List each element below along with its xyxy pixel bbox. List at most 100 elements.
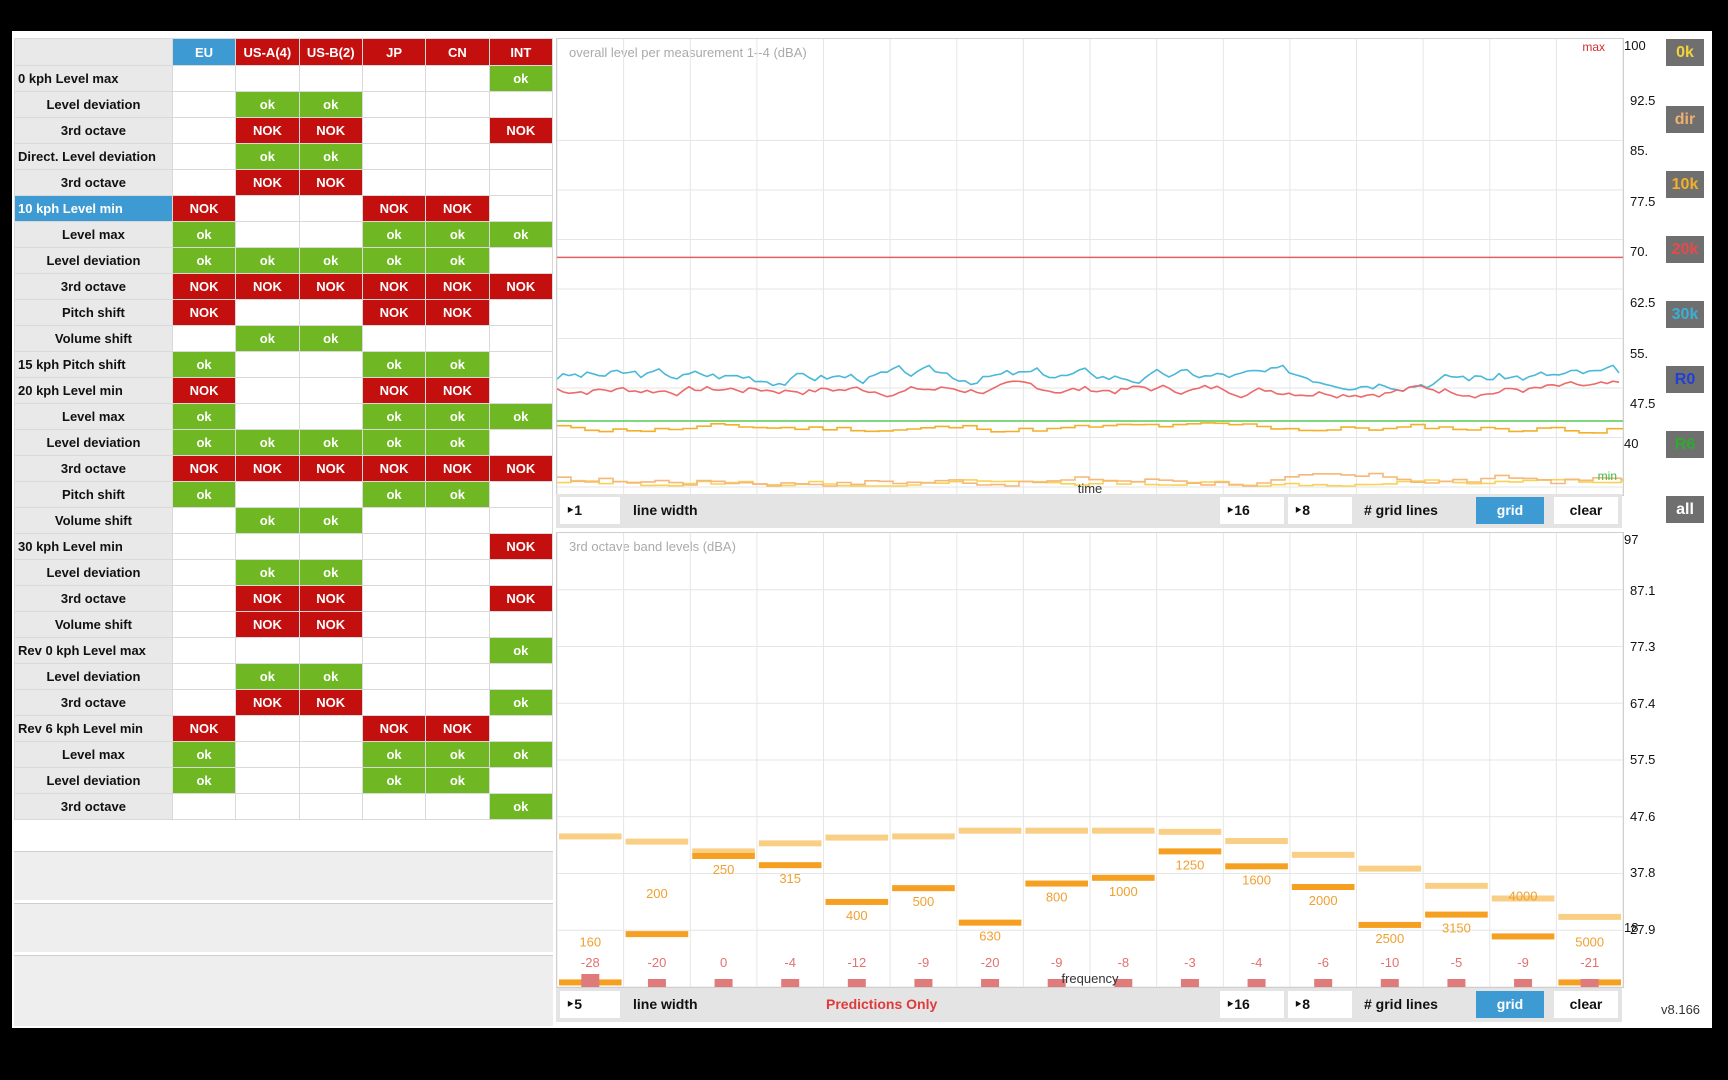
row-label[interactable]: Level deviation bbox=[14, 767, 173, 794]
table-row[interactable]: Volume shift ok ok bbox=[14, 325, 554, 352]
row-label[interactable]: Volume shift bbox=[14, 611, 173, 638]
band-label: 5000 bbox=[1575, 934, 1604, 949]
row-label[interactable]: 20 kph Level min bbox=[14, 377, 173, 404]
grid-lines-y-stepper[interactable]: ‣8 bbox=[1288, 497, 1352, 524]
table-row[interactable]: 3rd octave NOK NOK NOK NOK NOK NOK bbox=[14, 455, 554, 482]
table-row[interactable]: 30 kph Level min NOK bbox=[14, 533, 554, 560]
table-row[interactable]: Rev 6 kph Level min NOK NOK NOK bbox=[14, 715, 554, 742]
table-row[interactable]: Level max ok ok ok ok bbox=[14, 221, 554, 248]
table-row[interactable]: 3rd octave ok bbox=[14, 793, 554, 820]
grid-button[interactable]: grid bbox=[1476, 991, 1544, 1018]
row-label[interactable]: Direct. Level deviation bbox=[14, 143, 173, 170]
column-header-eu[interactable]: EU bbox=[171, 38, 237, 66]
table-row[interactable]: 10 kph Level min NOK NOK NOK bbox=[14, 195, 554, 222]
table-row[interactable]: 3rd octave NOK NOK bbox=[14, 169, 554, 196]
row-label[interactable]: 3rd octave bbox=[14, 689, 173, 716]
line-width-stepper[interactable]: ‣1 bbox=[560, 497, 620, 524]
column-header-int[interactable]: INT bbox=[488, 38, 554, 66]
row-label[interactable]: 3rd octave bbox=[14, 117, 173, 144]
status-cell: ok bbox=[298, 507, 363, 534]
table-row[interactable]: 3rd octave NOK NOK NOK bbox=[14, 585, 554, 612]
table-row[interactable]: 3rd octave NOK NOK NOK bbox=[14, 117, 554, 144]
status-cell: NOK bbox=[488, 273, 554, 300]
overall-level-chart[interactable]: overall level per measurement 1--4 (dBA)… bbox=[556, 38, 1624, 496]
table-row[interactable]: Level deviation ok ok ok bbox=[14, 767, 554, 794]
empty-cell bbox=[425, 507, 490, 534]
row-label[interactable]: Level deviation bbox=[14, 663, 173, 690]
row-label[interactable]: Rev 6 kph Level min bbox=[14, 715, 173, 742]
grid-lines-y-stepper[interactable]: ‣8 bbox=[1288, 991, 1352, 1018]
band-bar bbox=[692, 852, 755, 859]
table-row[interactable]: 20 kph Level min NOK NOK NOK bbox=[14, 377, 554, 404]
column-header-us-b-2[interactable]: US-B(2) bbox=[298, 38, 363, 66]
row-label[interactable]: 3rd octave bbox=[14, 455, 173, 482]
row-label[interactable]: 3rd octave bbox=[14, 169, 173, 196]
measurement-button-dir[interactable]: dir bbox=[1666, 106, 1704, 133]
column-header-us-a-4[interactable]: US-A(4) bbox=[235, 38, 300, 66]
empty-cell bbox=[171, 611, 237, 638]
row-label[interactable]: 3rd octave bbox=[14, 273, 173, 300]
row-label[interactable]: Level max bbox=[14, 221, 173, 248]
measurement-button-r0[interactable]: R0 bbox=[1666, 366, 1704, 393]
table-row[interactable]: Level deviation ok ok bbox=[14, 559, 554, 586]
row-label[interactable]: 15 kph Pitch shift bbox=[14, 351, 173, 378]
row-label[interactable]: Pitch shift bbox=[14, 299, 173, 326]
table-row[interactable]: Pitch shift ok ok ok bbox=[14, 481, 554, 508]
table-row[interactable]: Rev 0 kph Level max ok bbox=[14, 637, 554, 664]
table-row[interactable]: Level deviation ok ok ok ok ok bbox=[14, 429, 554, 456]
row-label[interactable]: Level max bbox=[14, 741, 173, 768]
row-label[interactable]: 3rd octave bbox=[14, 585, 173, 612]
table-row[interactable]: Volume shift NOK NOK bbox=[14, 611, 554, 638]
table-row[interactable]: Volume shift ok ok bbox=[14, 507, 554, 534]
row-label[interactable]: Rev 0 kph Level max bbox=[14, 637, 173, 664]
empty-cell bbox=[235, 741, 300, 768]
deviation-bar bbox=[914, 979, 933, 987]
table-row[interactable]: 15 kph Pitch shift ok ok ok bbox=[14, 351, 554, 378]
table-row[interactable]: Direct. Level deviation ok ok bbox=[14, 143, 554, 170]
status-cell: ok bbox=[488, 221, 554, 248]
row-label[interactable]: 3rd octave bbox=[14, 793, 173, 820]
line-width-stepper[interactable]: ‣5 bbox=[560, 991, 620, 1018]
status-cell: ok bbox=[298, 325, 363, 352]
measurement-button-all[interactable]: all bbox=[1666, 496, 1704, 523]
grid-lines-x-stepper[interactable]: ‣16 bbox=[1220, 497, 1284, 524]
status-cell: NOK bbox=[488, 533, 554, 560]
clear-button[interactable]: clear bbox=[1554, 991, 1618, 1018]
table-row[interactable]: 0 kph Level max ok bbox=[14, 65, 554, 92]
measurement-button-0k[interactable]: 0k bbox=[1666, 39, 1704, 66]
clear-button[interactable]: clear bbox=[1554, 497, 1618, 524]
grid-lines-x-stepper[interactable]: ‣16 bbox=[1220, 991, 1284, 1018]
measurement-button-10k[interactable]: 10k bbox=[1666, 171, 1704, 198]
column-header-jp[interactable]: JP bbox=[361, 38, 427, 66]
table-row[interactable]: Pitch shift NOK NOK NOK bbox=[14, 299, 554, 326]
band-bar bbox=[625, 931, 689, 938]
row-label[interactable]: Level deviation bbox=[14, 559, 173, 586]
third-octave-chart[interactable]: 3rd octave band levels (dBA) 160 -28 200 -2… bbox=[556, 532, 1624, 988]
row-label[interactable]: 10 kph Level min bbox=[14, 195, 173, 222]
table-row[interactable]: Level deviation ok ok bbox=[14, 91, 554, 118]
table-row[interactable]: Level max ok ok ok ok bbox=[14, 741, 554, 768]
row-label[interactable]: Level max bbox=[14, 403, 173, 430]
status-cell: ok bbox=[171, 247, 237, 274]
table-row[interactable]: Level deviation ok ok ok ok ok bbox=[14, 247, 554, 274]
table-row[interactable]: 3rd octave NOK NOK NOK NOK NOK NOK bbox=[14, 273, 554, 300]
column-header-cn[interactable]: CN bbox=[425, 38, 490, 66]
status-cell: NOK bbox=[235, 273, 300, 300]
table-row[interactable]: 3rd octave NOK NOK ok bbox=[14, 689, 554, 716]
row-label[interactable]: 0 kph Level max bbox=[14, 65, 173, 92]
table-row[interactable]: Level max ok ok ok ok bbox=[14, 403, 554, 430]
row-label[interactable]: Pitch shift bbox=[14, 481, 173, 508]
row-label[interactable]: Level deviation bbox=[14, 91, 173, 118]
grid-button[interactable]: grid bbox=[1476, 497, 1544, 524]
row-label[interactable]: 30 kph Level min bbox=[14, 533, 173, 560]
empty-cell bbox=[488, 481, 554, 508]
row-label[interactable]: Level deviation bbox=[14, 429, 173, 456]
measurement-button-r6[interactable]: R6 bbox=[1666, 431, 1704, 458]
row-label[interactable]: Level deviation bbox=[14, 247, 173, 274]
measurement-button-20k[interactable]: 20k bbox=[1666, 236, 1704, 263]
table-row[interactable]: Level deviation ok ok bbox=[14, 663, 554, 690]
deviation-bar bbox=[581, 974, 600, 987]
row-label[interactable]: Volume shift bbox=[14, 325, 173, 352]
measurement-button-30k[interactable]: 30k bbox=[1666, 301, 1704, 328]
row-label[interactable]: Volume shift bbox=[14, 507, 173, 534]
